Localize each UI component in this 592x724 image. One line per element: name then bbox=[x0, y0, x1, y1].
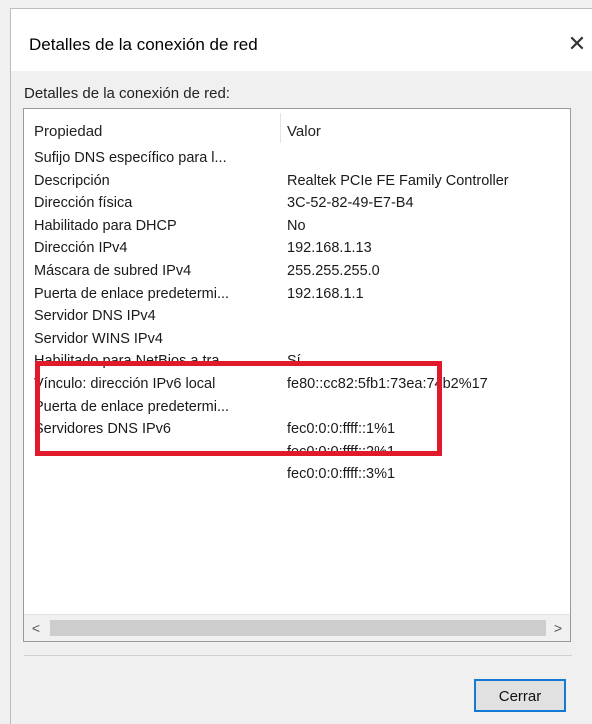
scroll-thumb[interactable] bbox=[50, 620, 546, 636]
list-row[interactable]: Dirección física 3C-52-82-49-E7-B4 bbox=[24, 192, 570, 215]
list-row[interactable]: Dirección IPv4 192.168.1.13 bbox=[24, 237, 570, 260]
row-property: Puerta de enlace predetermi... bbox=[34, 398, 230, 415]
row-property: Descripción bbox=[34, 172, 110, 189]
row-property: Vínculo: dirección IPv6 local bbox=[34, 375, 216, 392]
row-value: fec0:0:0:ffff::1%1 bbox=[287, 421, 396, 438]
row-property: Servidores DNS IPv6 bbox=[34, 421, 171, 438]
horizontal-scrollbar[interactable]: < > bbox=[24, 614, 570, 641]
dialog-title: Detalles de la conexión de red bbox=[29, 35, 258, 54]
footer-divider bbox=[24, 655, 572, 656]
row-value: fec0:0:0:ffff::2%1 bbox=[287, 443, 396, 460]
column-divider[interactable] bbox=[280, 113, 281, 143]
list-row[interactable]: Servidores DNS IPv6 fec0:0:0:ffff::1%1 bbox=[24, 418, 570, 441]
scroll-right-icon[interactable]: > bbox=[546, 615, 570, 641]
list-row[interactable]: Descripción Realtek PCIe FE Family Contro… bbox=[24, 170, 570, 193]
row-property: Servidor WINS IPv4 bbox=[34, 330, 163, 347]
list-row[interactable]: Vínculo: dirección IPv6 local fe80::cc82:… bbox=[24, 373, 570, 396]
list-row[interactable]: Servidor WINS IPv4 bbox=[24, 328, 570, 351]
close-button[interactable]: Cerrar bbox=[474, 679, 566, 712]
row-value: 192.168.1.1 bbox=[287, 285, 364, 302]
group-label: Detalles de la conexión de red: bbox=[24, 85, 230, 102]
list-row[interactable]: Puerta de enlace predetermi... bbox=[24, 396, 570, 419]
list-row[interactable]: Habilitado para DHCP No bbox=[24, 215, 570, 238]
row-value: 192.168.1.13 bbox=[287, 240, 372, 257]
column-header-value[interactable]: Valor bbox=[287, 123, 321, 140]
row-property: Servidor DNS IPv4 bbox=[34, 308, 156, 325]
row-property: Sufijo DNS específico para l... bbox=[34, 150, 227, 166]
title-bar: Detalles de la conexión de red ✕ bbox=[11, 9, 592, 71]
row-property: Puerta de enlace predetermi... bbox=[34, 285, 230, 302]
row-value: Sí bbox=[287, 353, 301, 370]
list-header: Propiedad Valor bbox=[24, 109, 570, 147]
list-rows: Sufijo DNS específico para l... Descripc… bbox=[24, 147, 570, 486]
row-property: Dirección IPv4 bbox=[34, 240, 128, 257]
list-row[interactable]: Puerta de enlace predetermi... 192.168.1.… bbox=[24, 283, 570, 306]
row-property: Dirección física bbox=[34, 195, 133, 212]
row-value: fe80::cc82:5fb1:73ea:74b2%17 bbox=[287, 375, 488, 392]
row-value: No bbox=[287, 217, 306, 234]
close-icon[interactable]: ✕ bbox=[563, 29, 591, 59]
list-row[interactable]: Servidor DNS IPv4 bbox=[24, 305, 570, 328]
row-value: 3C-52-82-49-E7-B4 bbox=[287, 195, 414, 212]
list-row[interactable]: Sufijo DNS específico para l... bbox=[24, 147, 570, 170]
row-property: Habilitado para DHCP bbox=[34, 217, 177, 234]
list-row[interactable]: Habilitado para NetBios a tra... Sí bbox=[24, 350, 570, 373]
scroll-left-icon[interactable]: < bbox=[24, 615, 48, 641]
row-value: 255.255.255.0 bbox=[287, 262, 380, 279]
list-row[interactable]: fec0:0:0:ffff::3%1 bbox=[24, 463, 570, 486]
row-value: Realtek PCIe FE Family Controller bbox=[287, 172, 509, 189]
row-value: fec0:0:0:ffff::3%1 bbox=[287, 466, 396, 483]
list-row[interactable]: fec0:0:0:ffff::2%1 bbox=[24, 441, 570, 464]
row-property: Máscara de subred IPv4 bbox=[34, 262, 192, 279]
row-property: Habilitado para NetBios a tra... bbox=[34, 353, 232, 370]
list-row[interactable]: Máscara de subred IPv4 255.255.255.0 bbox=[24, 260, 570, 283]
column-header-property[interactable]: Propiedad bbox=[34, 123, 102, 140]
details-list[interactable]: Propiedad Valor Sufijo DNS específico pa… bbox=[23, 108, 571, 642]
